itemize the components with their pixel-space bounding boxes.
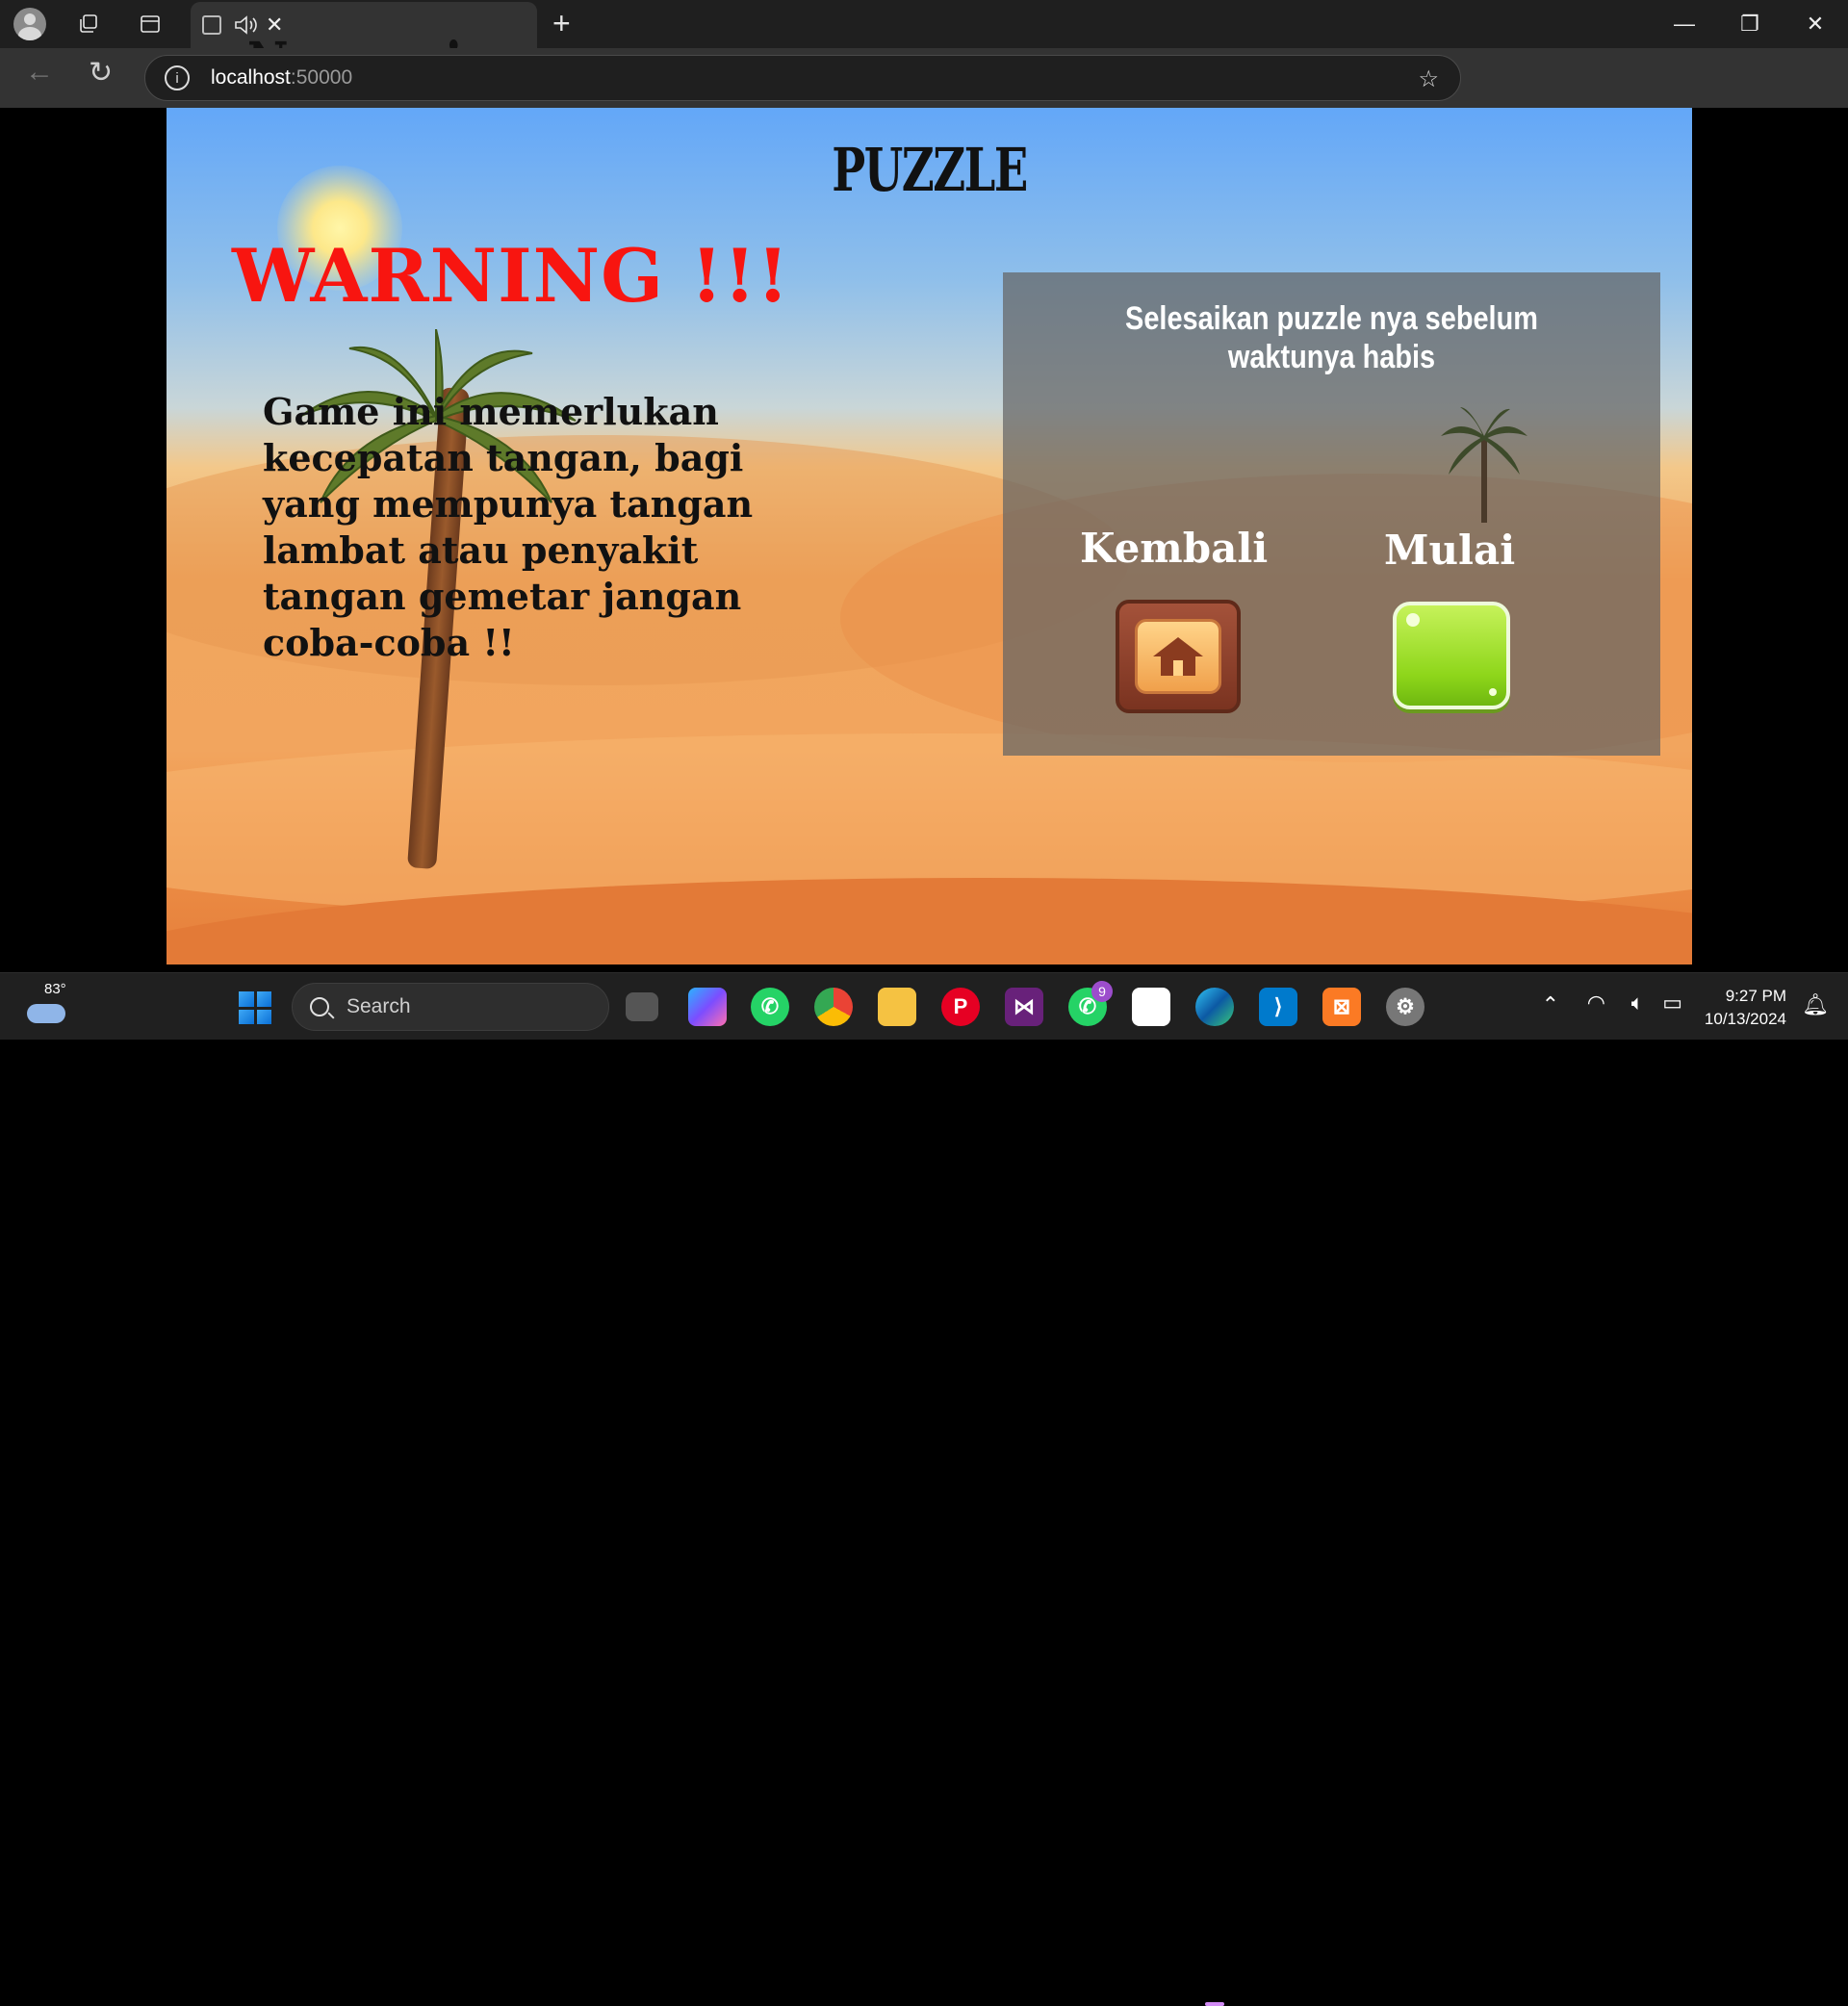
start-game-button[interactable] — [1393, 602, 1510, 709]
browser-titlebar: New project (Construct 2 preview) ✕ + — … — [0, 0, 1848, 99]
cloud-icon — [27, 1004, 65, 1023]
windows-start-icon[interactable] — [239, 991, 271, 1024]
address-toolbar: ← ↻ i localhost:50000 ☆ ◫ ☆ ⧉ ♡ ⋯ — [0, 48, 1848, 142]
profile-avatar[interactable] — [13, 8, 46, 40]
vscode-icon[interactable]: ⟩ — [1259, 988, 1297, 1026]
show-hidden-icons[interactable]: ⌃ — [1542, 992, 1559, 1017]
wifi-icon[interactable]: ◠ — [1587, 990, 1605, 1016]
taskbar-search-box[interactable]: Search — [292, 983, 609, 1031]
notification-bell-icon[interactable]: 🔔︎ — [1802, 992, 1829, 1017]
battery-icon[interactable]: ▭ — [1662, 990, 1682, 1016]
minimize-icon[interactable]: — — [1652, 0, 1717, 48]
favorite-star-icon[interactable]: ☆ — [1418, 65, 1439, 93]
clock-time: 9:27 PM — [1725, 987, 1786, 1005]
panel-instruction: Selesaikan puzzle nya sebelum waktunya h… — [1125, 300, 1538, 375]
warning-description: Game ini memerlukan kecepatan tangan, ba… — [263, 390, 754, 664]
weather-temperature: 83° — [44, 981, 66, 997]
search-icon — [310, 997, 329, 1016]
close-window-icon[interactable]: ✕ — [1783, 0, 1848, 48]
edge-icon[interactable] — [1195, 988, 1234, 1026]
url-input[interactable]: i localhost:50000 ☆ — [144, 55, 1461, 101]
game-canvas[interactable]: PUZZLE WARNING !!! Game ini memerlukan k… — [167, 108, 1692, 964]
weather-widget[interactable]: 83° — [25, 981, 67, 1027]
site-info-icon[interactable]: i — [165, 65, 190, 90]
workspaces-icon[interactable] — [69, 5, 108, 43]
start-panel: Selesaikan puzzle nya sebelum waktunya h… — [1003, 272, 1660, 756]
back-button-label: Kembali — [1080, 525, 1269, 572]
url-port: :50000 — [290, 66, 353, 89]
whatsapp-icon[interactable]: ✆ — [751, 988, 789, 1026]
start-button-label: Mulai — [1384, 527, 1516, 574]
tab-actions-icon[interactable] — [131, 5, 169, 43]
restore-icon[interactable]: ❐ — [1717, 0, 1783, 48]
tab-active[interactable]: New project (Construct 2 preview) ✕ — [191, 2, 537, 99]
task-view-icon[interactable] — [626, 992, 658, 1021]
url-host: localhost — [211, 66, 291, 89]
windows-taskbar: 83° Search ✆ P ⋈ ✆ 9 ⟩ ⊠ ⚙ ⌃ ◠ 🔈︎ ▭ 9:27… — [0, 972, 1848, 2006]
back-icon[interactable]: ← — [25, 56, 54, 89]
visual-studio-icon[interactable]: ⋈ — [1005, 988, 1043, 1026]
game-title: PUZZLE — [832, 135, 1028, 205]
edge-active-indicator — [1205, 2002, 1224, 2006]
page-viewport: PUZZLE WARNING !!! Game ini memerlukan k… — [6, 108, 1842, 964]
clock-date: 10/13/2024 — [1704, 1010, 1786, 1028]
file-explorer-icon[interactable] — [878, 988, 916, 1026]
microsoft-store-icon[interactable] — [1132, 988, 1170, 1026]
chrome-icon[interactable] — [814, 988, 853, 1026]
home-icon — [1135, 619, 1221, 694]
settings-gear-icon[interactable]: ⚙ — [1386, 988, 1424, 1026]
warning-heading: WARNING !!! — [232, 233, 790, 319]
copilot-app-icon[interactable] — [688, 988, 727, 1026]
notification-badge: 9 — [1091, 981, 1113, 1002]
pinterest-icon[interactable]: P — [941, 988, 980, 1026]
back-home-button[interactable] — [1116, 600, 1241, 713]
taskbar-clock[interactable]: 9:27 PM 10/13/2024 — [1705, 985, 1786, 1031]
search-placeholder: Search — [346, 995, 411, 1017]
volume-icon[interactable]: 🔈︎ — [1631, 990, 1644, 1016]
xampp-icon[interactable]: ⊠ — [1322, 988, 1361, 1026]
tab-favicon-icon — [202, 15, 221, 35]
palm-tree-small-image — [1441, 407, 1527, 523]
refresh-icon[interactable]: ↻ — [89, 56, 113, 90]
new-tab-button[interactable]: + — [552, 6, 571, 41]
